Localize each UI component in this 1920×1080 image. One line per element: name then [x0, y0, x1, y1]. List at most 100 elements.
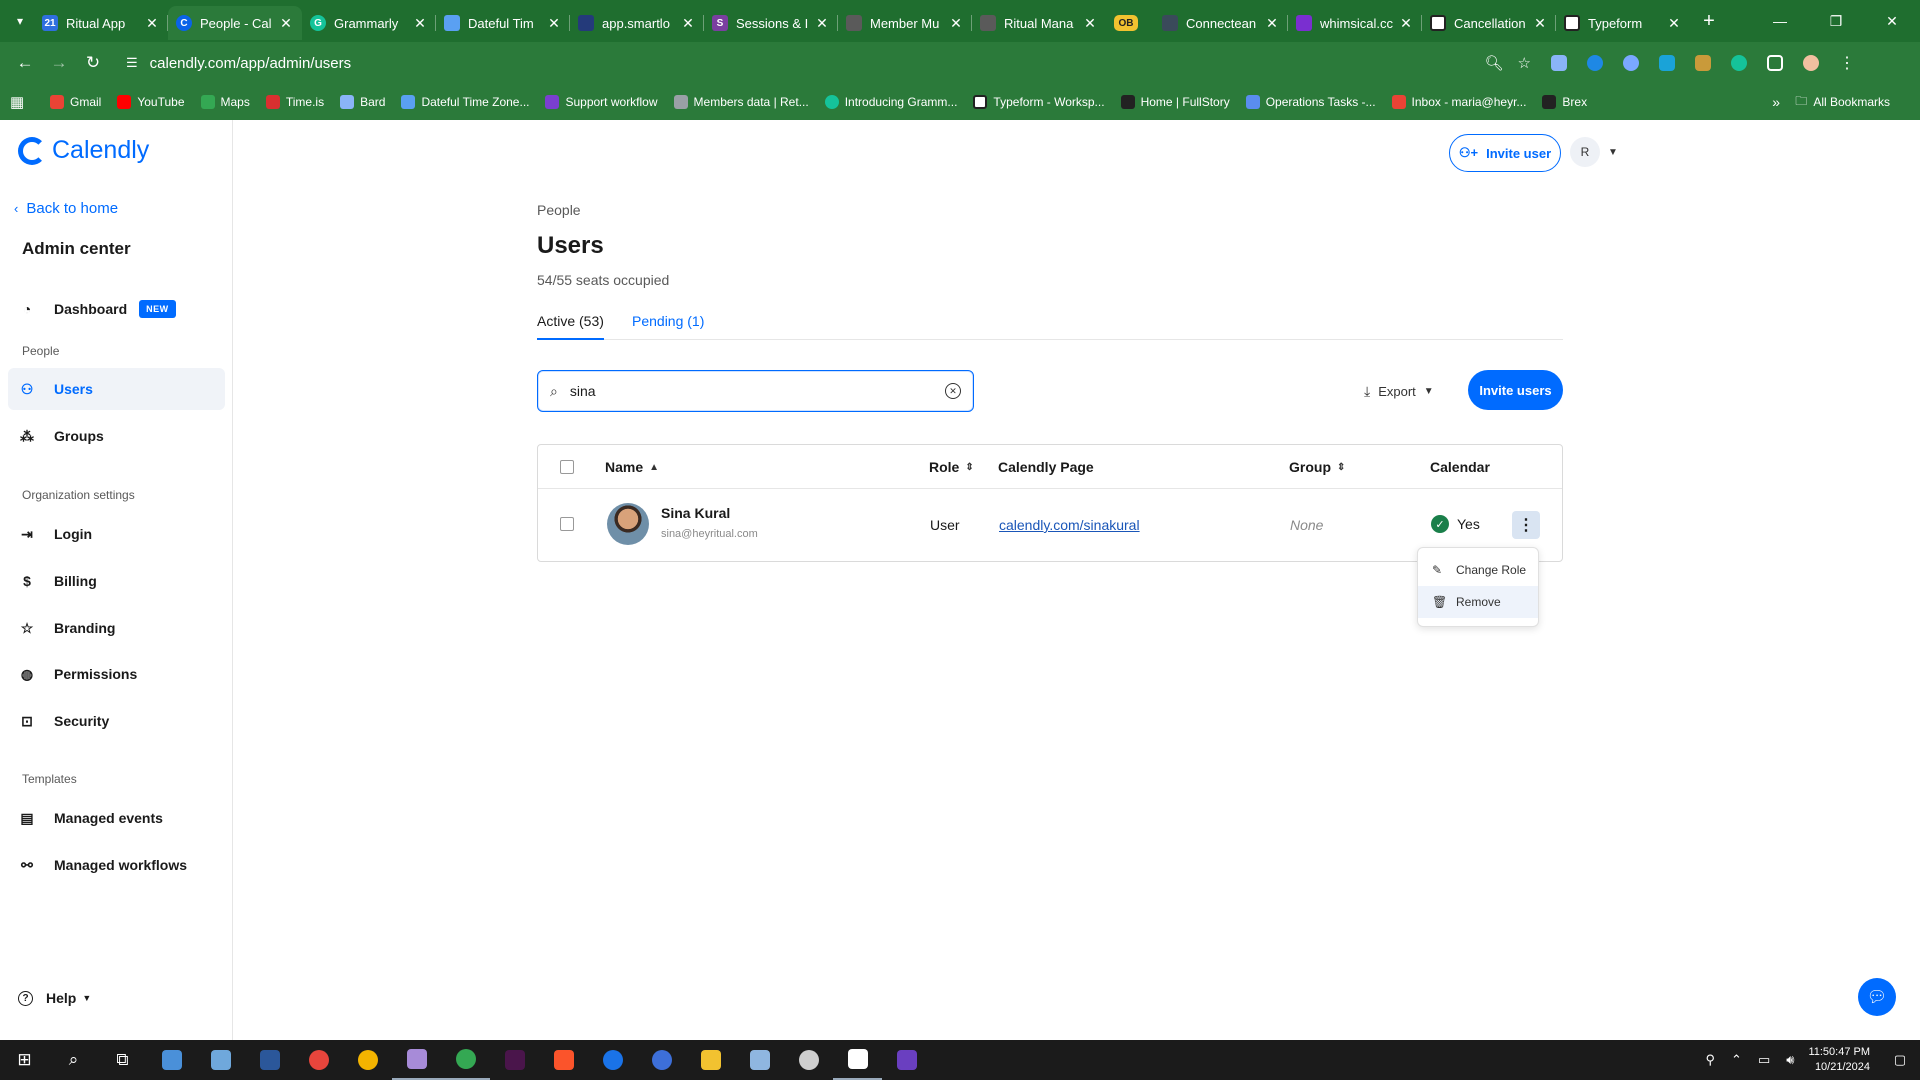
network-icon[interactable]: ▭ — [1758, 1052, 1770, 1068]
close-icon[interactable]: ✕ — [1532, 15, 1548, 32]
settings-gear-icon[interactable] — [784, 1040, 833, 1080]
extension-icon[interactable] — [1685, 46, 1721, 80]
system-clock[interactable]: 11:50:47 PM 10/21/2024 — [1808, 1045, 1870, 1075]
chrome-active-icon[interactable] — [441, 1040, 490, 1080]
notion-icon[interactable] — [833, 1040, 882, 1080]
volume-icon[interactable]: 🔊︎ — [1786, 1052, 1794, 1068]
calendly-logo[interactable]: Calendly — [18, 136, 149, 165]
close-icon[interactable]: ✕ — [948, 15, 964, 32]
tab-connecteam[interactable]: Connectean ✕ — [1154, 6, 1288, 40]
bookmark-members-data[interactable]: Members data | Ret... — [673, 95, 809, 109]
tab-ritual-mana[interactable]: Ritual Mana ✕ — [972, 6, 1106, 40]
site-settings-icon[interactable]: ☰ — [126, 55, 138, 71]
sidebar-item-dashboard[interactable]: ◔ Dashboard NEW — [8, 288, 225, 330]
bookmark-support-workflow[interactable]: Support workflow — [545, 95, 658, 109]
tab-whimsical[interactable]: whimsical.cc ✕ — [1288, 6, 1422, 40]
tab-pending-users[interactable]: Pending (1) — [632, 310, 704, 340]
tab-active-users[interactable]: Active (53) — [537, 310, 604, 340]
bookmark-maps[interactable]: Maps — [200, 95, 250, 109]
chrome-icon[interactable] — [294, 1040, 343, 1080]
close-icon[interactable]: ✕ — [1666, 15, 1682, 32]
help-menu[interactable]: ? Help ▼ — [18, 990, 91, 1006]
sidebar-item-managed-workflows[interactable]: ⚯ Managed workflows — [8, 844, 225, 886]
close-icon[interactable]: ✕ — [144, 15, 160, 32]
bookmark-grammarly[interactable]: Introducing Gramm... — [824, 95, 957, 109]
export-button[interactable]: ⤓ Export ▼ — [1364, 375, 1434, 407]
row-actions-kebab-button[interactable]: ⋮ — [1512, 511, 1540, 539]
close-icon[interactable]: ✕ — [680, 15, 696, 32]
more-bookmarks-chevron-icon[interactable]: » — [1772, 84, 1780, 120]
file-explorer-icon[interactable] — [686, 1040, 735, 1080]
bookmark-operations-tasks[interactable]: Operations Tasks -... — [1245, 95, 1376, 109]
sidebar-item-managed-events[interactable]: ▤ Managed events — [8, 797, 225, 839]
bookmark-inbox[interactable]: Inbox - maria@heyr... — [1391, 95, 1526, 109]
column-header-name[interactable]: Name ▲ — [605, 459, 659, 475]
grammarly-extension-icon[interactable] — [1721, 46, 1757, 80]
slack-icon[interactable] — [490, 1040, 539, 1080]
app-icon[interactable] — [392, 1040, 441, 1080]
change-role-menu-item[interactable]: ✎ Change Role — [1418, 554, 1538, 586]
bookmark-fullstory[interactable]: Home | FullStory — [1120, 95, 1230, 109]
column-header-role[interactable]: Role ⇕ — [929, 459, 974, 475]
back-arrow-icon[interactable]: ← — [8, 46, 42, 80]
profile-avatar-icon[interactable] — [1793, 46, 1829, 80]
chrome-icon[interactable] — [343, 1040, 392, 1080]
tab-typeform[interactable]: Typeform ✕ — [1556, 6, 1690, 40]
sidebar-item-login[interactable]: ⇥ Login — [8, 513, 225, 555]
sidebar-item-billing[interactable]: $ Billing — [8, 560, 225, 602]
address-bar[interactable]: ☰ calendly.com/app/admin/users 🔍︎ ☆ — [116, 46, 1541, 80]
extensions-puzzle-icon[interactable] — [1757, 46, 1793, 80]
bookmark-youtube[interactable]: YouTube — [117, 95, 185, 109]
row-checkbox[interactable] — [560, 517, 574, 531]
select-all-checkbox[interactable] — [560, 460, 574, 474]
bookmark-bard[interactable]: Bard — [340, 95, 385, 109]
account-menu[interactable]: R ▼ — [1570, 137, 1618, 167]
people-icon[interactable]: ⚲ — [1706, 1052, 1716, 1068]
bookmark-brex[interactable]: Brex — [1542, 95, 1587, 109]
sidebar-item-security[interactable]: ⊡ Security — [8, 700, 225, 742]
bookmark-gmail[interactable]: Gmail — [50, 95, 101, 109]
all-bookmarks-folder[interactable]: 🗀 All Bookmarks — [1795, 84, 1890, 120]
tab-ritual-app[interactable]: 21 Ritual App ✕ — [34, 6, 168, 40]
invite-users-button[interactable]: Invite users — [1468, 370, 1563, 410]
app-icon[interactable] — [735, 1040, 784, 1080]
search-icon[interactable]: ⌕ — [49, 1040, 98, 1080]
app-icon[interactable] — [196, 1040, 245, 1080]
new-tab-button[interactable]: + — [1694, 10, 1724, 33]
tab-smartlook[interactable]: app.smartlo ✕ — [570, 6, 704, 40]
bookmark-typeform[interactable]: Typeform - Worksp... — [973, 95, 1105, 109]
tab-cancellation[interactable]: Cancellation ✕ — [1422, 6, 1556, 40]
close-icon[interactable]: ✕ — [814, 15, 830, 32]
tab-member-mu[interactable]: Member Mu ✕ — [838, 6, 972, 40]
tab-group-ob[interactable]: OB — [1106, 6, 1154, 40]
extension-icon[interactable] — [1541, 46, 1577, 80]
extension-icon[interactable] — [1613, 46, 1649, 80]
close-icon[interactable]: ✕ — [1398, 15, 1414, 32]
back-to-home-link[interactable]: ‹ Back to home — [14, 200, 118, 217]
extension-icon[interactable] — [1577, 46, 1613, 80]
invite-user-header-button[interactable]: ⚇+ Invite user — [1449, 134, 1561, 172]
app-icon[interactable] — [882, 1040, 931, 1080]
clear-search-icon[interactable]: ✕ — [945, 383, 961, 399]
user-search-input[interactable]: ⌕ sina ✕ — [537, 370, 974, 412]
forward-arrow-icon[interactable]: → — [42, 46, 76, 80]
close-icon[interactable]: ✕ — [1264, 15, 1280, 32]
minimize-icon[interactable]: — — [1752, 0, 1808, 42]
sidebar-item-users[interactable]: ⚇ Users — [8, 368, 225, 410]
reload-icon[interactable]: ↻ — [76, 46, 110, 80]
close-icon[interactable]: ✕ — [1082, 15, 1098, 32]
bookmark-star-icon[interactable]: ☆ — [1518, 54, 1531, 72]
chat-support-button[interactable]: 💬︎ — [1858, 978, 1896, 1016]
app-icon[interactable] — [637, 1040, 686, 1080]
notifications-icon[interactable]: ▢ — [1880, 1040, 1920, 1080]
column-header-group[interactable]: Group ⇕ — [1289, 459, 1345, 475]
extension-icon[interactable] — [1649, 46, 1685, 80]
user-calendly-page-link[interactable]: calendly.com/sinakural — [999, 517, 1140, 533]
tab-dateful[interactable]: Dateful Tim ✕ — [436, 6, 570, 40]
1password-icon[interactable] — [588, 1040, 637, 1080]
close-window-icon[interactable]: ✕ — [1864, 0, 1920, 42]
app-icon[interactable] — [147, 1040, 196, 1080]
sidebar-item-groups[interactable]: ⁂ Groups — [8, 415, 225, 457]
tab-sessions[interactable]: S Sessions & I ✕ — [704, 6, 838, 40]
chevron-up-icon[interactable]: ⌃ — [1731, 1052, 1742, 1068]
